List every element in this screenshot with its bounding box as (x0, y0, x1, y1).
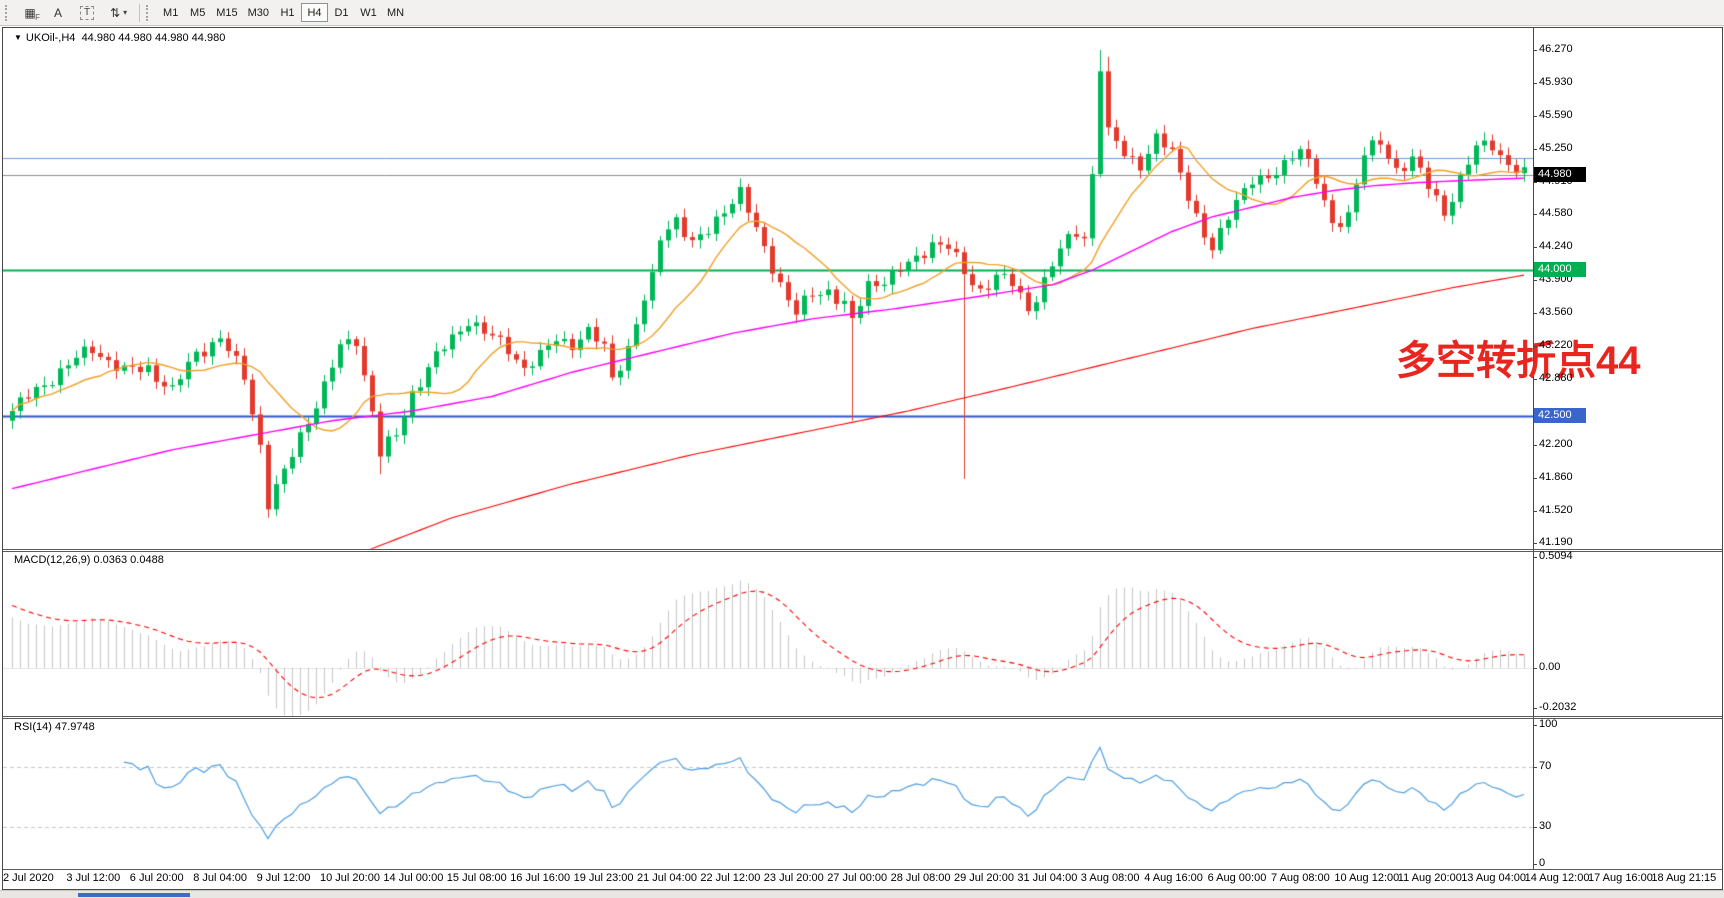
price-tick-label: 45.930 (1539, 76, 1573, 88)
bottom-bar (0, 890, 1724, 898)
timeframe-h4[interactable]: H4 (301, 3, 328, 22)
date-label: 17 Aug 16:00 (1588, 872, 1653, 884)
timeframe-mn[interactable]: MN (382, 3, 409, 22)
price-badge: 44.000 (1534, 262, 1586, 277)
date-label: 29 Jul 20:00 (954, 872, 1014, 884)
timeframe-w1[interactable]: W1 (355, 3, 382, 22)
price-tick-label: 45.590 (1539, 109, 1573, 121)
date-label: 13 Aug 04:00 (1461, 872, 1526, 884)
price-tick-label: 43.220 (1539, 339, 1573, 351)
price-tick-label: 45.250 (1539, 142, 1573, 154)
price-tick-label: 44.240 (1539, 240, 1573, 252)
macd-label: MACD(12,26,9) 0.0363 0.0488 (14, 554, 164, 566)
symbol-label: UKOil-,H4 (26, 32, 76, 44)
price-tick-label: 42.880 (1539, 372, 1573, 384)
date-label: 27 Jul 00:00 (827, 872, 887, 884)
date-label: 11 Aug 20:00 (1398, 872, 1462, 884)
chart-title: ▼ UKOil-,H4 44.980 44.980 44.980 44.980 (14, 32, 225, 44)
timeframe-m30[interactable]: M30 (243, 3, 274, 22)
date-label: 28 Jul 08:00 (891, 872, 951, 884)
price-tick-label: 41.860 (1539, 471, 1573, 483)
date-label: 6 Jul 20:00 (130, 872, 184, 884)
date-label: 6 Aug 00:00 (1208, 872, 1267, 884)
price-badge: 44.980 (1534, 167, 1586, 182)
text-tool-button[interactable]: T (73, 3, 101, 23)
macd-axis-label: -0.2032 (1539, 701, 1576, 713)
chart-canvas[interactable] (3, 28, 1533, 869)
toolbar-grip[interactable] (5, 5, 10, 21)
text-box-icon: T (80, 6, 94, 20)
dropdown-icon[interactable]: ▼ (14, 33, 22, 42)
bottom-scrollbar[interactable] (78, 893, 190, 897)
timeframe-grip[interactable] (146, 5, 151, 21)
pane-separator[interactable] (3, 716, 1722, 717)
label-tool-button[interactable]: A (45, 3, 71, 23)
date-label: 31 Jul 04:00 (1017, 872, 1077, 884)
date-label: 15 Jul 08:00 (447, 872, 507, 884)
date-label: 4 Aug 16:00 (1144, 872, 1203, 884)
grid-icon-sub: F (35, 13, 40, 22)
date-label: 19 Jul 23:00 (574, 872, 634, 884)
date-label: 22 Jul 12:00 (700, 872, 760, 884)
date-label: 14 Aug 12:00 (1525, 872, 1590, 884)
macd-axis-label: 0.5094 (1539, 550, 1573, 562)
grid-icon: ▦ (24, 7, 35, 19)
pane-separator[interactable] (3, 718, 1722, 719)
timeframe-d1[interactable]: D1 (328, 3, 355, 22)
arrows-icon: ⇅ (110, 7, 120, 19)
date-label: 16 Jul 16:00 (510, 872, 570, 884)
date-label: 3 Jul 12:00 (66, 872, 120, 884)
price-tick-label: 42.200 (1539, 438, 1573, 450)
date-label: 3 Aug 08:00 (1081, 872, 1140, 884)
price-tick-label: 44.580 (1539, 207, 1573, 219)
date-label: 7 Aug 08:00 (1271, 872, 1330, 884)
timeframe-h1[interactable]: H1 (274, 3, 301, 22)
price-tick-label: 41.190 (1539, 536, 1573, 548)
date-label: 8 Jul 04:00 (193, 872, 247, 884)
grid-tool-button[interactable]: ▦ F (17, 3, 43, 23)
date-label: 23 Jul 20:00 (764, 872, 824, 884)
rsi-axis-label: 0 (1539, 857, 1545, 869)
price-badge: 42.500 (1534, 408, 1586, 423)
macd-axis-label: 0.00 (1539, 661, 1560, 673)
pane-separator[interactable] (3, 549, 1722, 550)
price-tick-label: 43.560 (1539, 306, 1573, 318)
price-axis-border (1533, 28, 1534, 869)
chevron-down-icon: ▾ (123, 8, 127, 17)
timeframe-m15[interactable]: M15 (211, 3, 242, 22)
date-label: 9 Jul 12:00 (257, 872, 311, 884)
timeframe-m1[interactable]: M1 (157, 3, 184, 22)
timeframe-m5[interactable]: M5 (184, 3, 211, 22)
chart-window: ▼ UKOil-,H4 44.980 44.980 44.980 44.980 M… (2, 27, 1723, 890)
timeframe-buttons: M1M5M15M30H1H4D1W1MN (157, 3, 409, 22)
time-axis-border (3, 869, 1722, 870)
arrows-tool-button[interactable]: ⇅ ▾ (103, 3, 134, 23)
rsi-label: RSI(14) 47.9748 (14, 721, 95, 733)
date-label: 10 Jul 20:00 (320, 872, 380, 884)
date-label: 21 Jul 04:00 (637, 872, 697, 884)
date-label: 18 Aug 21:15 (1651, 872, 1716, 884)
rsi-axis-label: 70 (1539, 760, 1551, 772)
date-label: 14 Jul 00:00 (383, 872, 443, 884)
rsi-axis-label: 30 (1539, 820, 1551, 832)
pane-separator[interactable] (3, 551, 1722, 552)
label-a-icon: A (54, 7, 62, 19)
annotation-text[interactable]: 多空转折点44 (1396, 341, 1641, 381)
toolbar: ▦ F A T ⇅ ▾ M1M5M15M30H1H4D1W1MN (0, 0, 1724, 26)
date-label: 10 Aug 12:00 (1334, 872, 1399, 884)
toolbar-separator (139, 4, 140, 22)
price-tick-label: 46.270 (1539, 43, 1573, 55)
ohlc-quotes: 44.980 44.980 44.980 44.980 (82, 32, 226, 44)
rsi-axis-label: 100 (1539, 718, 1557, 730)
price-tick-label: 41.520 (1539, 504, 1573, 516)
date-label: 2 Jul 2020 (3, 872, 54, 884)
